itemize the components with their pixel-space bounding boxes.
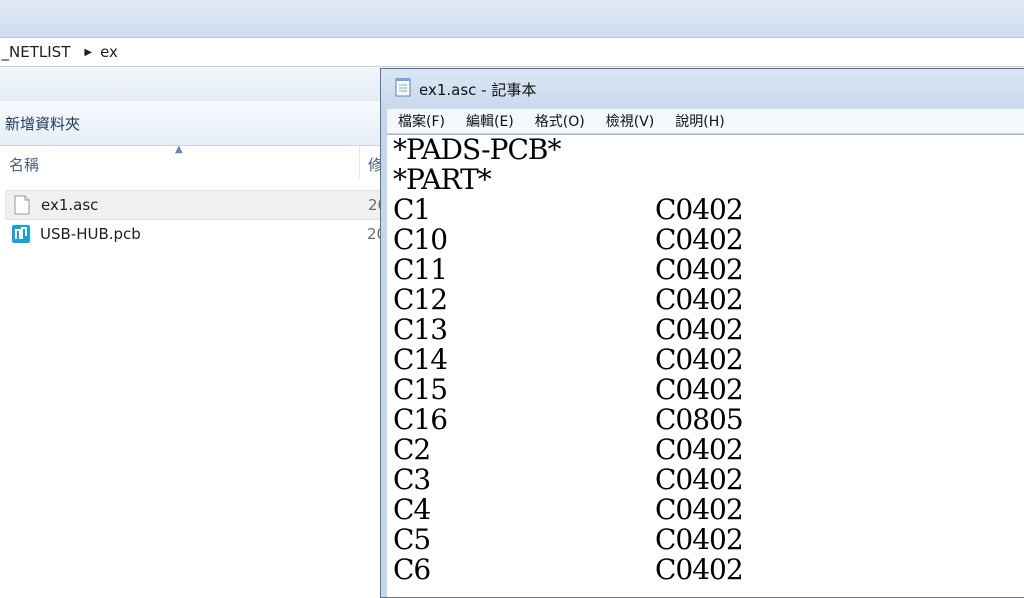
notepad-window: ex1.asc - 記事本 檔案(F) 編輯(E) 格式(O) 檢視(V) 說明… (380, 68, 1024, 598)
menu-help[interactable]: 說明(H) (664, 111, 734, 131)
text-line: *PART* (393, 163, 492, 196)
text-line: C1 C0402 (393, 193, 744, 226)
notepad-titlebar[interactable]: ex1.asc - 記事本 (381, 69, 1024, 109)
file-name: ex1.asc (41, 196, 99, 214)
text-line: C2 C0402 (393, 433, 744, 466)
text-line: C3 C0402 (393, 463, 744, 496)
column-divider[interactable] (359, 146, 360, 178)
new-folder-button[interactable]: 新增資料夾 (5, 113, 80, 134)
text-line: C6 C0402 (393, 553, 744, 586)
menu-file[interactable]: 檔案(F) (387, 111, 455, 131)
text-line: C5 C0402 (393, 523, 744, 556)
sort-ascending-icon: ▲ (175, 144, 183, 155)
text-line: *PADS-PCB* (393, 134, 561, 166)
explorer-titlebar (0, 0, 1024, 38)
breadcrumb-ex[interactable]: ex (100, 43, 118, 61)
text-line: C15 C0402 (393, 373, 744, 406)
text-area[interactable]: *PADS-PCB* *PART* C1 C0402 C10 C0402 C11 C0… (387, 134, 1024, 597)
menu-format[interactable]: 格式(O) (524, 111, 595, 131)
breadcrumb-netlist[interactable]: 2_NETLIST (0, 43, 70, 61)
text-line: C10 C0402 (393, 223, 744, 256)
text-line: C4 C0402 (393, 493, 744, 526)
column-name[interactable]: 名稱 (9, 154, 39, 175)
text-line: C12 C0402 (393, 283, 744, 316)
file-row-usb-hub[interactable]: USB-HUB.pcb 20 (5, 220, 386, 248)
text-line: C11 C0402 (393, 253, 744, 286)
text-file-icon (11, 194, 33, 216)
text-line: C13 C0402 (393, 313, 744, 346)
notepad-app-icon[interactable] (395, 77, 411, 101)
file-row-ex1[interactable]: ex1.asc 20 (5, 190, 387, 220)
menu-edit[interactable]: 編輯(E) (455, 111, 524, 131)
menu-view[interactable]: 檢視(V) (595, 111, 665, 131)
text-line: C16 C0805 (393, 403, 744, 436)
breadcrumb-arrow-icon[interactable]: ▶ (84, 47, 92, 58)
notepad-title: ex1.asc - 記事本 (419, 80, 537, 99)
pcb-file-icon (10, 223, 32, 245)
text-line: C14 C0402 (393, 343, 744, 376)
menu-bar: 檔案(F) 編輯(E) 格式(O) 檢視(V) 說明(H) (387, 109, 1024, 133)
file-name: USB-HUB.pcb (40, 225, 141, 243)
address-bar[interactable]: 2_NETLIST ▶ ex (0, 38, 1024, 67)
